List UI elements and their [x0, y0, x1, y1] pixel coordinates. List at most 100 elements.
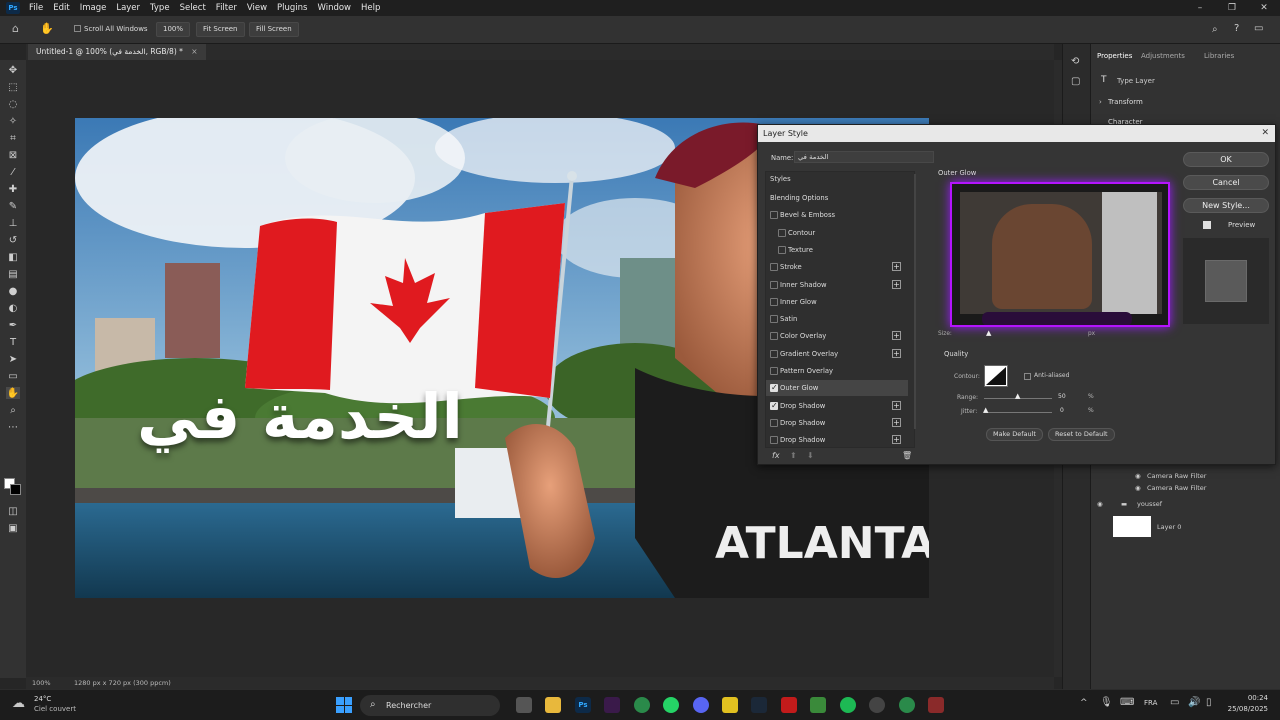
style-row[interactable]: Drop Shadow + — [766, 398, 908, 414]
style-row[interactable]: Bevel & Emboss — [766, 207, 908, 223]
battery-icon[interactable]: ▯ — [1206, 697, 1212, 708]
contour-picker[interactable] — [984, 365, 1008, 387]
style-row[interactable]: Inner Shadow + — [766, 277, 908, 293]
style-checkbox[interactable] — [778, 245, 786, 254]
style-checkbox[interactable] — [770, 367, 778, 375]
lasso-tool-icon[interactable]: ◌ — [6, 98, 20, 110]
trash-icon[interactable]: 🗑 — [902, 451, 912, 460]
menu-file[interactable]: File — [24, 0, 48, 16]
frame-tool-icon[interactable]: ⊠ — [6, 149, 20, 161]
chevron-right-icon[interactable]: › — [1099, 98, 1102, 106]
search-icon[interactable]: ⌕ — [1212, 24, 1218, 35]
fill-screen-button[interactable]: Fill Screen — [249, 22, 299, 37]
size-slider-thumb[interactable]: ▲ — [986, 329, 991, 337]
move-up-icon[interactable]: ⬆ — [790, 451, 797, 460]
whatsapp-icon[interactable] — [663, 697, 679, 713]
eyedropper-icon[interactable]: ⁄ — [6, 166, 20, 178]
jitter-slider-track[interactable] — [984, 412, 1052, 413]
dodge-tool-icon[interactable]: ◐ — [6, 302, 20, 314]
crop-tool-icon[interactable]: ⌗ — [6, 132, 20, 144]
eraser-icon[interactable]: ◧ — [6, 251, 20, 263]
clock-date[interactable]: 25/08/2025 — [1224, 705, 1268, 713]
magic-wand-icon[interactable]: ✧ — [6, 115, 20, 127]
type-tool-icon[interactable]: T — [6, 336, 20, 348]
weather-temp[interactable]: 24°C — [34, 695, 51, 703]
styles-scrollbar[interactable] — [914, 174, 916, 429]
gradient-tool-icon[interactable]: ▤ — [6, 268, 20, 280]
discord-icon[interactable] — [693, 697, 709, 713]
steam-icon[interactable] — [751, 697, 767, 713]
preview-checkbox[interactable] — [1203, 221, 1211, 229]
eye-icon[interactable]: ◉ — [1135, 472, 1141, 480]
scroll-all-windows-checkbox[interactable] — [74, 25, 81, 32]
style-checkbox[interactable] — [770, 380, 778, 396]
style-row[interactable]: Blending Options — [766, 190, 908, 206]
add-effect-icon[interactable]: + — [892, 279, 901, 289]
menu-view[interactable]: View — [242, 0, 272, 16]
vectorize-app-icon[interactable] — [604, 697, 620, 713]
style-row[interactable]: Stroke + — [766, 259, 908, 275]
zoom-100-button[interactable]: 100% — [156, 22, 191, 37]
jitter-slider-thumb[interactable]: ▲ — [983, 406, 988, 414]
style-row[interactable]: Drop Shadow + — [766, 415, 908, 431]
style-row[interactable]: Color Overlay + — [766, 328, 908, 344]
stamp-tool-icon[interactable]: ⊥ — [6, 217, 20, 229]
pen-tool-icon[interactable]: ✒ — [6, 319, 20, 331]
styles-header[interactable]: Styles — [770, 175, 791, 183]
name-input[interactable]: الخدمة في — [794, 151, 934, 163]
file-explorer-icon[interactable] — [545, 697, 561, 713]
tab-libraries[interactable]: Libraries — [1204, 52, 1234, 60]
range-input[interactable]: 50 — [1058, 393, 1082, 403]
zoom-tool-icon[interactable]: ⌕ — [6, 404, 20, 416]
style-row[interactable]: Satin — [766, 311, 908, 327]
add-effect-icon[interactable]: + — [892, 348, 901, 358]
style-checkbox[interactable] — [770, 398, 778, 414]
app-r-icon[interactable] — [722, 697, 738, 713]
move-down-icon[interactable]: ⬇ — [807, 451, 814, 460]
add-effect-icon[interactable]: + — [892, 417, 901, 427]
close-tab-icon[interactable]: × — [191, 47, 197, 56]
tray-chevron-icon[interactable]: ^ — [1080, 698, 1088, 708]
restore-icon[interactable]: ❐ — [1216, 0, 1248, 16]
history-brush-icon[interactable]: ↺ — [6, 234, 20, 246]
add-effect-icon[interactable]: + — [892, 331, 901, 341]
jitter-input[interactable]: 0 — [1060, 407, 1064, 414]
style-row[interactable]: Gradient Overlay + — [766, 346, 908, 362]
menu-edit[interactable]: Edit — [48, 0, 74, 16]
brush-tool-icon[interactable]: ✎ — [6, 200, 20, 212]
path-select-icon[interactable]: ➤ — [6, 353, 20, 365]
more-tools-icon[interactable]: ⋯ — [6, 421, 20, 433]
screen-mode-icon[interactable]: ▣ — [6, 522, 20, 534]
style-checkbox[interactable] — [770, 436, 778, 445]
minimize-icon[interactable]: – — [1184, 0, 1216, 16]
layer-row[interactable]: Layer 0 — [1091, 516, 1280, 538]
help-icon[interactable]: ? — [1234, 23, 1239, 34]
cancel-button[interactable]: Cancel — [1183, 175, 1269, 190]
menu-help[interactable]: Help — [356, 0, 385, 16]
weather-icon[interactable]: ☁ — [12, 696, 25, 711]
style-row[interactable]: Inner Glow — [766, 294, 908, 310]
clock-time[interactable]: 00:24 — [1226, 694, 1268, 702]
eye-icon[interactable]: ◉ — [1135, 484, 1141, 492]
spotify-icon[interactable] — [840, 697, 856, 713]
menu-image[interactable]: Image — [75, 0, 112, 16]
windows-start-icon[interactable] — [336, 697, 352, 713]
history-icon[interactable]: ⟲ — [1071, 56, 1079, 67]
add-effect-icon[interactable]: + — [892, 262, 901, 272]
ok-button[interactable]: OK — [1183, 152, 1269, 167]
shape-tool-icon[interactable]: ▭ — [6, 370, 20, 382]
photoshop-taskbar-icon[interactable]: Ps — [575, 697, 591, 713]
style-checkbox[interactable] — [770, 418, 778, 427]
tab-properties[interactable]: Properties — [1097, 52, 1132, 60]
background-color-swatch[interactable] — [10, 484, 21, 495]
style-checkbox[interactable] — [770, 263, 778, 272]
style-row[interactable]: Texture — [766, 242, 908, 258]
hand-tool-icon[interactable]: ✋ — [40, 22, 54, 35]
chrome-icon[interactable] — [634, 697, 650, 713]
close-icon[interactable]: ✕ — [1261, 125, 1269, 142]
style-row[interactable]: Outer Glow — [766, 380, 908, 397]
anti-aliased-checkbox[interactable] — [1024, 373, 1031, 380]
close-icon[interactable]: ✕ — [1248, 0, 1280, 16]
status-zoom[interactable]: 100% — [32, 679, 51, 687]
move-tool-icon[interactable]: ✥ — [6, 64, 20, 76]
